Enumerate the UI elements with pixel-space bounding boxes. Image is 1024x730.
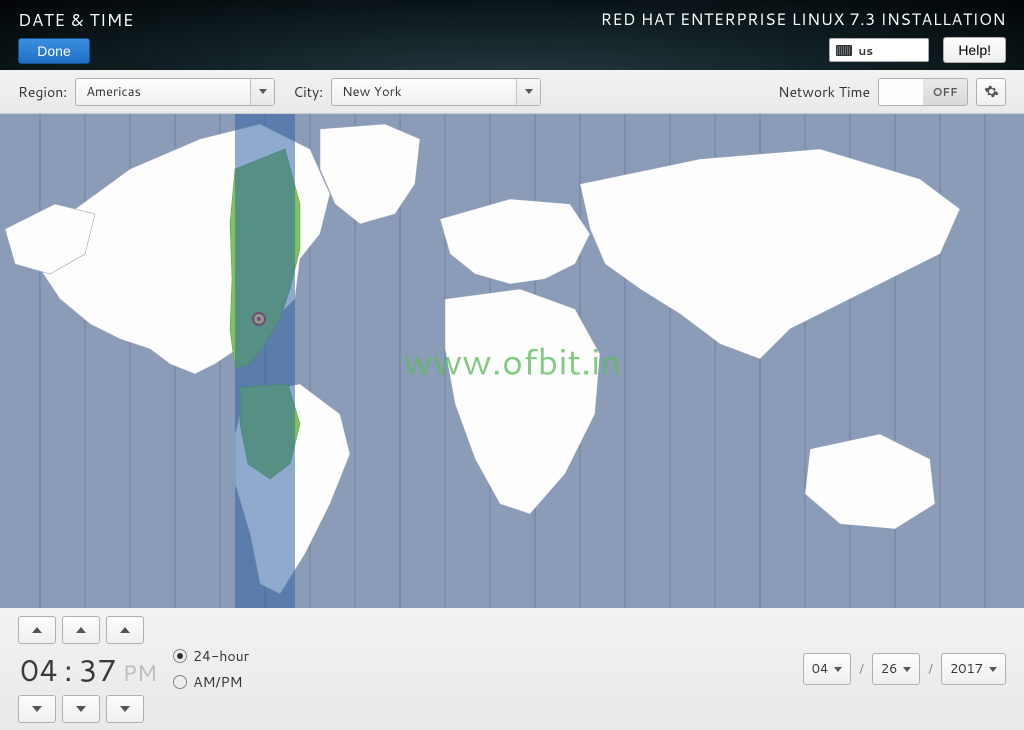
network-time-switch[interactable]: OFF <box>878 78 968 106</box>
city-label: City: <box>293 82 323 102</box>
help-button[interactable]: Help! <box>943 37 1006 63</box>
chevron-up-icon <box>120 627 130 633</box>
day-dropdown[interactable]: 26 <box>872 653 921 685</box>
chevron-down-icon <box>516 79 540 105</box>
selected-timezone-band <box>235 114 295 608</box>
date-separator: / <box>928 660 933 678</box>
city-value: New York <box>342 83 401 101</box>
region-dropdown[interactable]: Americas <box>75 78 275 106</box>
year-dropdown[interactable]: 2017 <box>941 653 1006 685</box>
format-24h-label: 24-hour <box>193 646 249 666</box>
ampm-down-button[interactable] <box>106 695 144 723</box>
header-controls: us Help! <box>829 37 1006 63</box>
watermark-text: www.ofbit.in <box>403 336 621 387</box>
chevron-up-icon <box>76 627 86 633</box>
keyboard-layout-indicator[interactable]: us <box>829 38 929 62</box>
header-left: DATE & TIME Done <box>18 8 134 64</box>
hours-down-button[interactable] <box>18 695 56 723</box>
installer-title: RED HAT ENTERPRISE LINUX 7.3 INSTALLATIO… <box>601 8 1006 31</box>
date-separator: / <box>859 660 864 678</box>
chevron-down-icon <box>120 706 130 712</box>
minutes-down-button[interactable] <box>62 695 100 723</box>
city-dropdown[interactable]: New York <box>331 78 541 106</box>
year-value: 2017 <box>950 660 983 678</box>
region-value: Americas <box>86 83 141 101</box>
network-time-settings-button[interactable] <box>976 78 1006 106</box>
datetime-footer: 04:37 PM 24-hour AM/PM 04 / 26 / <box>0 608 1024 730</box>
chevron-down-icon <box>76 706 86 712</box>
time-format-group: 24-hour AM/PM <box>173 646 249 692</box>
chevron-up-icon <box>32 627 42 633</box>
minutes-up-button[interactable] <box>62 616 100 644</box>
time-minutes: 37 <box>78 648 116 691</box>
keyboard-layout-label: us <box>858 42 873 59</box>
chevron-down-icon <box>834 667 842 672</box>
page-title: DATE & TIME <box>18 8 134 32</box>
time-separator: : <box>64 648 72 691</box>
region-label: Region: <box>18 82 67 102</box>
keyboard-icon <box>836 45 852 56</box>
done-button[interactable]: Done <box>18 38 90 64</box>
gear-icon <box>984 84 999 99</box>
chevron-down-icon <box>250 79 274 105</box>
network-time-label: Network Time <box>778 82 870 102</box>
time-stepper: 04:37 PM <box>18 616 159 723</box>
time-ampm: PM <box>123 658 158 689</box>
header-right: RED HAT ENTERPRISE LINUX 7.3 INSTALLATIO… <box>601 8 1006 64</box>
month-dropdown[interactable]: 04 <box>803 653 852 685</box>
time-display: 04:37 PM <box>18 648 159 691</box>
ampm-up-button[interactable] <box>106 616 144 644</box>
location-toolbar: Region: Americas City: New York Network … <box>0 70 1024 114</box>
format-ampm-radio[interactable]: AM/PM <box>173 672 249 692</box>
chevron-down-icon <box>32 706 42 712</box>
date-picker: 04 / 26 / 2017 <box>803 653 1006 685</box>
switch-off-side: OFF <box>923 79 967 105</box>
timezone-map[interactable]: www.ofbit.in <box>0 114 1024 608</box>
header-bar: DATE & TIME Done RED HAT ENTERPRISE LINU… <box>0 0 1024 70</box>
format-ampm-label: AM/PM <box>193 672 242 692</box>
month-value: 04 <box>812 660 829 678</box>
chevron-down-icon <box>989 667 997 672</box>
time-hours: 04 <box>20 648 58 691</box>
switch-on-side <box>879 79 923 105</box>
radio-icon <box>173 649 187 663</box>
day-value: 26 <box>881 660 898 678</box>
radio-icon <box>173 675 187 689</box>
format-24h-radio[interactable]: 24-hour <box>173 646 249 666</box>
chevron-down-icon <box>903 667 911 672</box>
hours-up-button[interactable] <box>18 616 56 644</box>
